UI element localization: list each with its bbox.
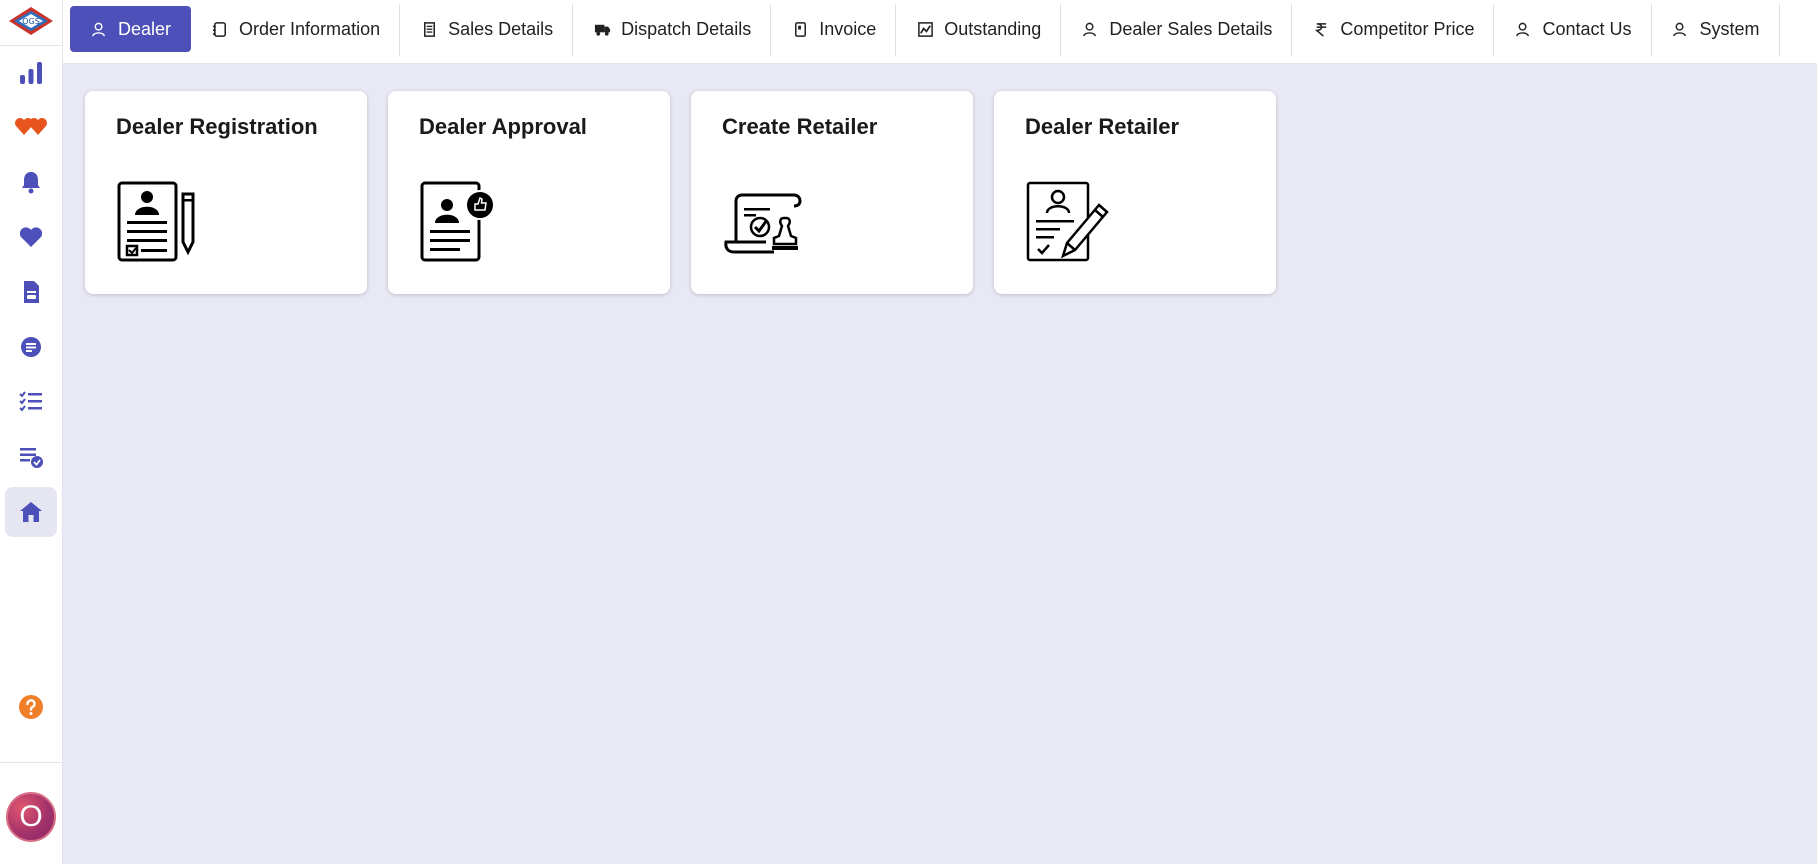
- sidebar-item-approvals[interactable]: [5, 432, 57, 482]
- list-check-icon: [20, 448, 43, 468]
- logo[interactable]: OGS: [8, 6, 54, 36]
- tab-dispatch-details[interactable]: Dispatch Details: [573, 4, 772, 56]
- sidebar-divider: [0, 762, 63, 763]
- tab-competitor-price[interactable]: Competitor Price: [1292, 4, 1495, 56]
- receipt-icon: [420, 20, 438, 38]
- sidebar: OGS O: [0, 0, 63, 864]
- user-icon: [1672, 20, 1690, 38]
- app-root: OGS O Dealer Order Information Sales Det…: [0, 0, 1817, 864]
- contract-sign-icon: [1025, 180, 1109, 264]
- tab-label: Dealer Sales Details: [1109, 18, 1273, 39]
- sidebar-item-analytics[interactable]: [5, 48, 57, 98]
- chat-lines-icon: [21, 337, 41, 357]
- card-dealer-approval[interactable]: Dealer Approval: [388, 91, 670, 294]
- sidebar-divider: [0, 45, 63, 46]
- document-icon: [24, 281, 39, 303]
- rupee-icon: [1312, 20, 1330, 38]
- heart-icon: [19, 227, 43, 247]
- tab-bar: Dealer Order Information Sales Details D…: [70, 4, 1780, 56]
- card-title: Dealer Registration: [116, 114, 318, 139]
- tab-invoice[interactable]: Invoice: [771, 4, 897, 56]
- user-icon: [90, 20, 108, 38]
- card-title: Create Retailer: [722, 114, 878, 139]
- tab-label: Order Information: [239, 18, 381, 39]
- tab-label: Competitor Price: [1340, 18, 1475, 39]
- tab-label: System: [1699, 18, 1760, 39]
- card-create-retailer[interactable]: Create Retailer: [691, 91, 973, 294]
- sidebar-item-favorites[interactable]: [5, 102, 57, 152]
- tab-dealer-sales-details[interactable]: Dealer Sales Details: [1061, 4, 1293, 56]
- user-icon: [1081, 20, 1099, 38]
- avatar-letter: O: [19, 800, 43, 833]
- tab-system[interactable]: System: [1652, 4, 1780, 56]
- sidebar-item-tasks[interactable]: [5, 377, 57, 427]
- sidebar-item-documents[interactable]: [5, 267, 57, 317]
- tab-label: Contact Us: [1542, 18, 1632, 39]
- card-title: Dealer Retailer: [1025, 114, 1180, 139]
- dealer-menu-cards: Dealer Registration Dealer Approval Crea…: [85, 91, 1276, 294]
- truck-icon: [593, 20, 611, 38]
- order-icon: [211, 20, 229, 38]
- tab-label: Dealer: [118, 18, 172, 39]
- tab-label: Outstanding: [944, 18, 1042, 39]
- tab-label: Dispatch Details: [621, 18, 752, 39]
- avatar[interactable]: O: [6, 792, 56, 842]
- hearts-icon: [15, 118, 47, 135]
- help-icon: [19, 695, 43, 719]
- sidebar-item-home[interactable]: [5, 487, 57, 537]
- registration-form-icon: [116, 180, 200, 264]
- chart-box-icon: [916, 20, 934, 38]
- tab-label: Invoice: [819, 18, 877, 39]
- tab-sales-details[interactable]: Sales Details: [400, 4, 574, 56]
- checklist-icon: [19, 391, 42, 412]
- bar-chart-icon: [20, 62, 42, 84]
- approval-document-icon: [419, 180, 503, 264]
- tab-contact-us[interactable]: Contact Us: [1494, 4, 1652, 56]
- card-dealer-registration[interactable]: Dealer Registration: [85, 91, 367, 294]
- logo-icon: OGS: [9, 7, 53, 35]
- tab-order-information[interactable]: Order Information: [191, 4, 401, 56]
- user-icon: [1514, 20, 1532, 38]
- card-title: Dealer Approval: [419, 114, 587, 139]
- bell-icon: [22, 172, 40, 194]
- sidebar-item-wishlist[interactable]: [5, 212, 57, 262]
- sidebar-item-help[interactable]: [5, 682, 57, 732]
- sidebar-item-notifications[interactable]: [5, 157, 57, 207]
- logo-text: OGS: [22, 17, 40, 26]
- sidebar-item-messages[interactable]: [5, 322, 57, 372]
- certificate-stamp-icon: [722, 180, 806, 264]
- invoice-icon: [791, 20, 809, 38]
- top-navigation: Dealer Order Information Sales Details D…: [63, 0, 1817, 64]
- card-dealer-retailer[interactable]: Dealer Retailer: [994, 91, 1276, 294]
- tab-outstanding[interactable]: Outstanding: [896, 4, 1062, 56]
- tab-label: Sales Details: [448, 18, 554, 39]
- tab-dealer[interactable]: Dealer: [70, 6, 192, 52]
- home-icon: [20, 502, 42, 522]
